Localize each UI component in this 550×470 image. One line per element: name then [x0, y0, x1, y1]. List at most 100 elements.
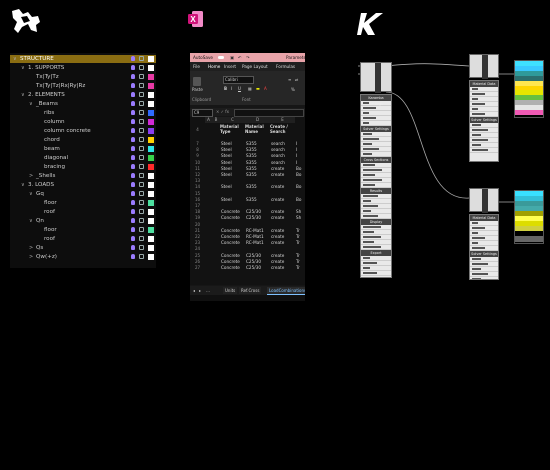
paste-label[interactable]: Paste: [192, 87, 203, 92]
gh-input-component[interactable]: [360, 62, 392, 93]
chevron-down-icon[interactable]: ∨: [29, 100, 33, 108]
layer-row[interactable]: column: [10, 118, 156, 126]
table-cell[interactable]: S355: [246, 141, 257, 146]
lock-icon[interactable]: [139, 218, 144, 223]
layer-row[interactable]: > Qw(+z): [10, 253, 156, 261]
sheet-tab[interactable]: LoadCombinations: [267, 287, 305, 295]
table-cell[interactable]: Concrete: [221, 253, 240, 258]
lock-icon[interactable]: [139, 182, 144, 187]
table-cell[interactable]: Concrete: [221, 234, 240, 239]
lightbulb-icon[interactable]: [131, 74, 135, 79]
row-number[interactable]: 7: [190, 141, 205, 146]
row-number[interactable]: 16: [190, 197, 205, 202]
layer-row[interactable]: ∨ 1. SUPPORTS: [10, 64, 156, 72]
lightbulb-icon[interactable]: [131, 155, 135, 160]
row-number[interactable]: 23: [190, 240, 205, 245]
tab-scroll-right-icon[interactable]: ▸: [199, 286, 201, 295]
lock-icon[interactable]: [139, 155, 144, 160]
chevron-down-icon[interactable]: ∨: [21, 64, 25, 72]
lightbulb-icon[interactable]: [131, 65, 135, 70]
lock-icon[interactable]: [139, 164, 144, 169]
table-cell[interactable]: Tr: [296, 228, 300, 233]
worksheet-grid[interactable]: A B C D E 4 Material Type Material Name Create /…: [190, 117, 305, 285]
gh-gradient-component-2[interactable]: [469, 188, 499, 213]
lock-icon[interactable]: [139, 56, 144, 61]
table-cell[interactable]: search: [271, 160, 285, 165]
layer-row[interactable]: ∨ 2. ELEMENTS: [10, 91, 156, 99]
name-box[interactable]: C9: [192, 109, 213, 117]
lightbulb-icon[interactable]: [131, 92, 135, 97]
table-cell[interactable]: Steel: [221, 147, 232, 152]
table-cell[interactable]: create: [271, 240, 284, 245]
row-number[interactable]: 4: [190, 127, 205, 132]
row-number[interactable]: 25: [190, 253, 205, 258]
sheet-tab[interactable]: Units: [223, 287, 238, 294]
table-cell[interactable]: Steel: [221, 141, 232, 146]
table-cell[interactable]: create: [271, 166, 284, 171]
table-cell[interactable]: create: [271, 259, 284, 264]
layer-row[interactable]: roof: [10, 208, 156, 216]
table-cell[interactable]: Bo: [296, 172, 301, 177]
chevron-down-icon[interactable]: ∨: [13, 55, 17, 63]
layer-color-swatch[interactable]: [148, 110, 154, 116]
row-number[interactable]: 11: [190, 166, 205, 171]
table-cell[interactable]: Steel: [221, 153, 232, 158]
table-cell[interactable]: create: [271, 265, 284, 270]
table-cell[interactable]: Concrete: [221, 209, 240, 214]
lock-icon[interactable]: [139, 83, 144, 88]
lightbulb-icon[interactable]: [131, 191, 135, 196]
layer-color-swatch[interactable]: [148, 245, 154, 251]
table-header-cell[interactable]: Material Type: [220, 124, 244, 134]
lock-icon[interactable]: [139, 101, 144, 106]
tab-overflow-icon[interactable]: …: [206, 286, 210, 295]
table-cell[interactable]: search: [271, 147, 285, 152]
table-cell[interactable]: Bo: [296, 184, 301, 189]
layer-row[interactable]: column concrete: [10, 127, 156, 135]
layer-row[interactable]: ∨ STRUCTURE: [10, 55, 156, 63]
layer-row[interactable]: floor: [10, 199, 156, 207]
lock-icon[interactable]: [139, 227, 144, 232]
table-cell[interactable]: create: [271, 184, 284, 189]
table-header-cell[interactable]: Material Name: [245, 124, 269, 134]
redo-icon[interactable]: ↷: [246, 53, 250, 62]
layer-color-swatch[interactable]: [148, 182, 154, 188]
table-cell[interactable]: S355: [246, 197, 257, 202]
lightbulb-icon[interactable]: [131, 110, 135, 115]
row-number[interactable]: 13: [190, 178, 205, 183]
table-cell[interactable]: Steel: [221, 166, 232, 171]
table-cell[interactable]: S355: [246, 147, 257, 152]
lock-icon[interactable]: [139, 137, 144, 142]
table-cell[interactable]: Steel: [221, 184, 232, 189]
save-icon[interactable]: ▣: [230, 53, 234, 62]
menu-tab[interactable]: Formulas: [276, 62, 295, 71]
table-cell[interactable]: Tr: [296, 265, 300, 270]
chevron-down-icon[interactable]: ∨: [29, 190, 33, 198]
layer-row[interactable]: chord: [10, 136, 156, 144]
layer-color-swatch[interactable]: [148, 74, 154, 80]
table-cell[interactable]: create: [271, 197, 284, 202]
table-cell[interactable]: Steel: [221, 172, 232, 177]
layer-row[interactable]: bracing: [10, 163, 156, 171]
row-number[interactable]: 10: [190, 160, 205, 165]
border-icon[interactable]: ▦: [248, 86, 252, 91]
layer-row[interactable]: ribs: [10, 109, 156, 117]
layer-row[interactable]: diagonal: [10, 154, 156, 162]
layer-color-swatch[interactable]: [148, 200, 154, 206]
table-cell[interactable]: create: [271, 228, 284, 233]
layer-row[interactable]: ∨ _Beams: [10, 100, 156, 108]
lock-icon[interactable]: [139, 236, 144, 241]
chevron-right-icon[interactable]: >: [29, 172, 33, 180]
lock-icon[interactable]: [139, 119, 144, 124]
layer-color-swatch[interactable]: [148, 56, 154, 62]
layer-color-swatch[interactable]: [148, 164, 154, 170]
table-cell[interactable]: create: [271, 253, 284, 258]
lock-icon[interactable]: [139, 245, 144, 250]
lock-icon[interactable]: [139, 128, 144, 133]
table-cell[interactable]: S355: [246, 184, 257, 189]
gh-settings-panel-1[interactable]: Material Data Solver Settings: [469, 80, 499, 162]
lock-icon[interactable]: [139, 200, 144, 205]
layer-color-swatch[interactable]: [148, 218, 154, 224]
row-number[interactable]: 12: [190, 172, 205, 177]
table-cell[interactable]: Tr: [296, 253, 300, 258]
table-cell[interactable]: S355: [246, 160, 257, 165]
